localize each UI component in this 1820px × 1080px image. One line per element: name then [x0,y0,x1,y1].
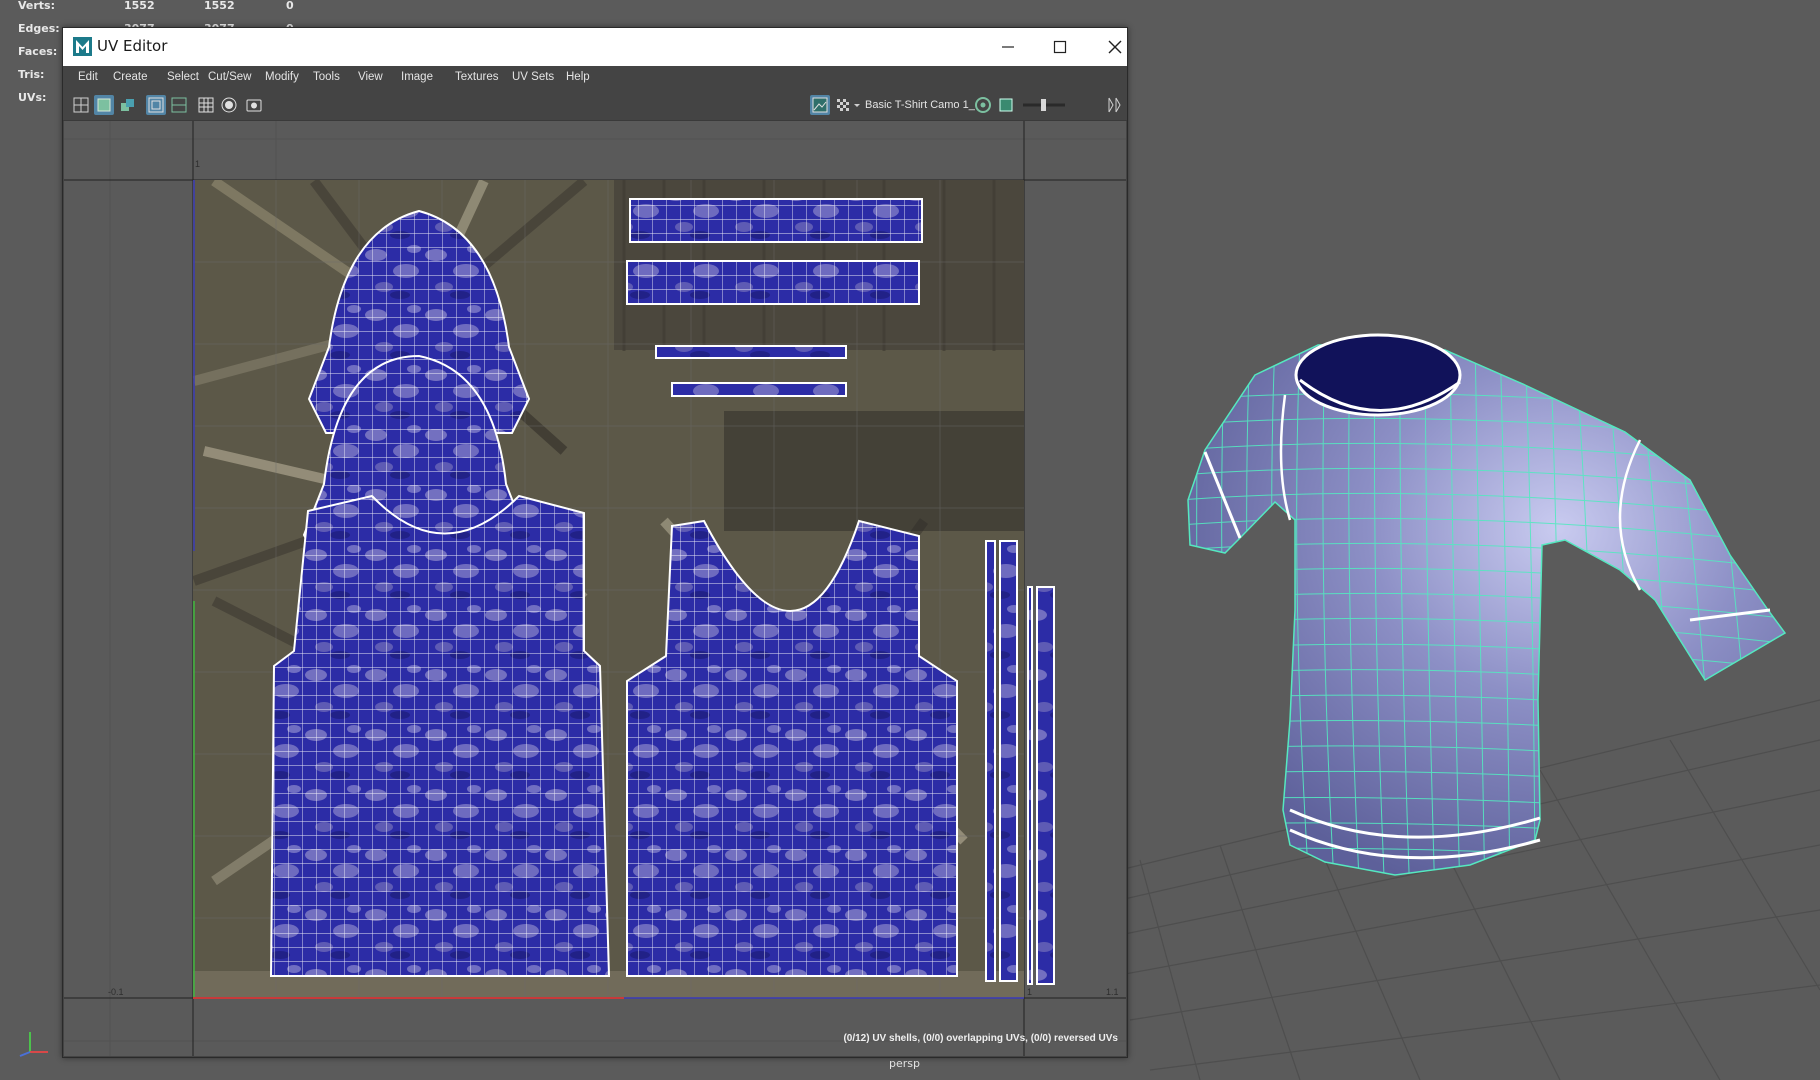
texture-settings-icon[interactable] [973,95,993,115]
menu-view[interactable]: View [358,71,383,83]
minimize-button[interactable] [978,28,1038,66]
uv-shaded-icon[interactable] [94,95,114,115]
uv-status-text: (0/12) UV shells, (0/0) overlapping UVs,… [843,1033,1118,1044]
hud-label: Edges: [18,22,60,35]
window-title: UV Editor [97,37,168,55]
uv-shell-vertical-strip-1[interactable] [985,540,996,982]
hud-row: Verts: 1552 1552 0 [14,0,314,17]
menu-tools[interactable]: Tools [313,71,340,83]
maximize-button[interactable] [1030,28,1090,66]
uv-shell-hem-strip-1[interactable] [655,345,847,359]
uv-shell-hem-strip-2[interactable] [671,382,847,397]
texture-name-label[interactable]: Basic T-Shirt Camo 1_ [865,99,975,111]
hud-value: 1552 [204,0,235,12]
isolate-icon[interactable] [219,95,239,115]
maximize-icon [1053,40,1067,54]
uv-shell-collar-1[interactable] [629,198,923,243]
grid-icon[interactable] [146,95,166,115]
menu-textures[interactable]: Textures [455,71,498,83]
uv-shell-vertical-strip-3[interactable] [1027,586,1033,985]
image-channel-icon[interactable] [996,95,1016,115]
tick-label-top: 1 [195,159,201,169]
hud-label: Tris: [18,68,45,81]
uv-editor-window[interactable]: UV Editor Edit Create Select Cut/Sew Modify T… [62,27,1128,1058]
minimize-icon [1002,46,1014,48]
close-button[interactable] [1085,28,1145,66]
menu-select[interactable]: Select [167,71,199,83]
chevron-down-icon[interactable] [851,95,863,115]
hud-value: 1552 [124,0,155,12]
uv-layout-icon[interactable] [71,95,91,115]
uv-shell-front-body[interactable] [269,494,611,977]
display-image-icon[interactable] [810,95,830,115]
title-bar[interactable]: UV Editor [63,28,1127,66]
menu-bar: Edit Create Select Cut/Sew Modify Tools View Im… [63,66,1127,90]
exposure-slider[interactable] [1021,95,1067,115]
hud-label: Verts: [18,0,56,12]
tshirt-model[interactable] [1180,333,1800,900]
hud-label: Faces: [18,45,58,58]
uv-toolbar: Basic T-Shirt Camo 1_ [63,90,1127,121]
hud-label: UVs: [18,91,47,104]
camera-label: persp [889,1057,920,1070]
menu-create[interactable]: Create [113,71,148,83]
tick-label-one-right: 1.1 [1106,987,1119,997]
uv-checker-icon[interactable] [117,95,137,115]
hud-value: 0 [286,0,294,12]
uv-canvas[interactable] [64,121,1126,1056]
uv-shell-collar-2[interactable] [626,260,920,305]
close-icon [1108,40,1122,54]
menu-help[interactable]: Help [566,71,590,83]
snapshot-icon[interactable] [244,95,264,115]
uv-shell-vertical-strip-2[interactable] [999,540,1018,982]
checker-tile-icon[interactable] [833,95,853,115]
menu-image[interactable]: Image [401,71,433,83]
snap-grid-icon[interactable] [196,95,216,115]
axis-gizmo [14,1028,54,1062]
uv-texture-view[interactable]: -0.1 1 1.1 1 (0/12) UV shells, (0/0) ove… [64,121,1126,1056]
toolbar-expand-icon[interactable] [1105,95,1121,115]
menu-modify[interactable]: Modify [265,71,299,83]
menu-cut-sew[interactable]: Cut/Sew [208,71,251,83]
uv-shell-vertical-strip-4[interactable] [1036,586,1055,985]
tick-label-one-left: 1 [1027,987,1033,997]
menu-uv-sets[interactable]: UV Sets [512,71,554,83]
maya-logo-icon [73,37,92,56]
tick-label-minus: -0.1 [108,987,124,997]
menu-edit[interactable]: Edit [78,71,98,83]
wireframe-icon[interactable] [169,95,189,115]
